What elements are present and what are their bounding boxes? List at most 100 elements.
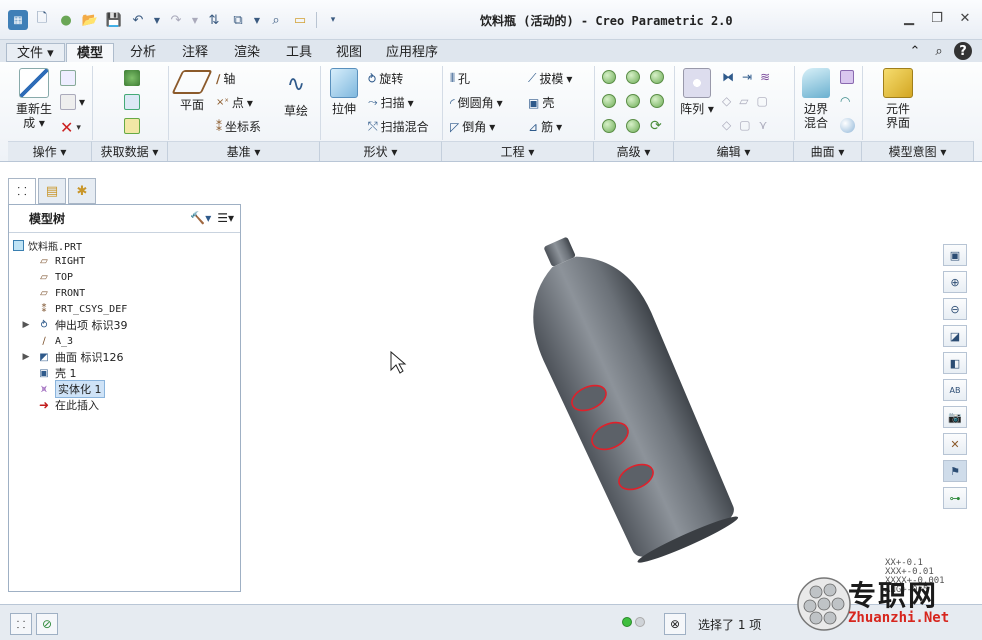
customize-qat-icon[interactable]: ▾ xyxy=(323,10,343,30)
advanced-feature-icon[interactable] xyxy=(650,70,664,84)
tree-node-csys[interactable]: ⁑ PRT_CSYS_DEF xyxy=(9,301,240,317)
zoom-out-icon[interactable]: ⊖ xyxy=(943,298,967,320)
tree-node-shell[interactable]: ▣ 壳 1 xyxy=(9,365,240,381)
plane-button[interactable]: 平面 xyxy=(171,70,213,112)
datum-display-icon[interactable]: ✕ xyxy=(943,433,967,455)
search-icon[interactable]: ⌕ xyxy=(930,42,948,60)
offset-icon[interactable]: ▱ xyxy=(739,94,748,108)
sweep-button[interactable]: ⤳ 扫描 ▾ xyxy=(368,94,414,111)
graphics-window[interactable] xyxy=(241,162,942,602)
advanced-feature-icon[interactable] xyxy=(602,70,616,84)
undo-icon[interactable]: ↶ xyxy=(128,10,148,30)
windows-dropdown-icon[interactable]: ▼ xyxy=(252,10,262,30)
redo-dropdown-icon[interactable]: ▼ xyxy=(190,10,200,30)
draft-button[interactable]: ⟋ 拔模 ▾ xyxy=(528,70,572,87)
advanced-feature-icon[interactable] xyxy=(626,70,640,84)
find-icon[interactable]: ⌕ xyxy=(266,10,286,30)
tab-favorites[interactable]: ✱ xyxy=(68,178,96,204)
toroidal-bend-icon[interactable]: ⟳ xyxy=(650,118,662,134)
group-operations[interactable]: 操作 ▾ xyxy=(8,141,92,161)
tree-node-insert-here[interactable]: ➜ 在此插入 xyxy=(9,397,240,413)
style-button[interactable]: ◠ xyxy=(840,94,850,108)
toggle-browser-button[interactable]: ⊘ xyxy=(36,613,58,635)
shell-button[interactable]: ▣ 壳 xyxy=(528,94,554,111)
sketch-button[interactable]: ∿ 草绘 xyxy=(278,70,314,118)
extend-icon[interactable]: ⇥ xyxy=(742,70,752,84)
spin-center-icon[interactable]: ⊶ xyxy=(943,487,967,509)
tab-view[interactable]: 视图 xyxy=(326,43,372,62)
project-icon[interactable]: ≋ xyxy=(760,70,770,84)
expand-arrow-icon[interactable]: ▶ xyxy=(21,352,31,362)
fill-button[interactable] xyxy=(840,70,854,84)
advanced-feature-icon[interactable] xyxy=(602,94,616,108)
group-datum[interactable]: 基准 ▾ xyxy=(168,141,320,161)
group-engineering[interactable]: 工程 ▾ xyxy=(442,141,594,161)
advanced-feature-icon[interactable] xyxy=(626,119,640,133)
swept-blend-button[interactable]: ⤲ 扫描混合 xyxy=(368,118,429,135)
close-icon[interactable]: ✕ xyxy=(956,9,974,27)
point-button[interactable]: ×ˣ 点 ▾ xyxy=(216,94,253,111)
trim-icon[interactable]: ◇ xyxy=(722,118,731,132)
collapse-ribbon-icon[interactable]: ⌃ xyxy=(906,42,924,60)
tree-columns-icon[interactable]: ☰▾ xyxy=(217,211,234,225)
save-icon[interactable]: 💾 xyxy=(104,10,124,30)
paste-button[interactable]: ▾ xyxy=(60,94,85,110)
user-defined-feature-button[interactable] xyxy=(124,70,140,86)
tree-node-protrusion[interactable]: ▶ ⥁ 伸出项 标识39 xyxy=(9,317,240,333)
tab-file[interactable]: 文件 ▾ xyxy=(6,43,65,62)
mirror-icon[interactable]: ⧓ xyxy=(722,70,734,84)
csys-button[interactable]: ⁑ 坐标系 xyxy=(216,118,261,135)
copy-geometry-button[interactable] xyxy=(124,94,140,110)
copy-button[interactable] xyxy=(60,70,76,86)
delete-button[interactable]: ✕ ▾ xyxy=(60,118,81,137)
tab-render[interactable]: 渲染 xyxy=(224,43,270,62)
repaint-icon[interactable]: ◪ xyxy=(943,325,967,347)
component-interface-button[interactable]: 元件 界面 xyxy=(878,68,918,130)
advanced-feature-icon[interactable] xyxy=(602,119,616,133)
find-button[interactable]: ⊗ xyxy=(664,613,686,635)
pattern-button[interactable]: 阵列 ▾ xyxy=(680,68,714,116)
tree-node-surface[interactable]: ▶ ◩ 曲面 标识126 xyxy=(9,349,240,365)
refit-icon[interactable]: ▣ xyxy=(943,244,967,266)
axis-button[interactable]: ∕ 轴 xyxy=(216,70,235,87)
display-style-icon[interactable]: ◧ xyxy=(943,352,967,374)
group-shapes[interactable]: 形状 ▾ xyxy=(320,141,442,161)
undo-dropdown-icon[interactable]: ▼ xyxy=(152,10,162,30)
shrinkwrap-button[interactable] xyxy=(124,118,140,134)
tab-annotate[interactable]: 注释 xyxy=(172,43,218,62)
tab-tools[interactable]: 工具 xyxy=(276,43,322,62)
revolve-button[interactable]: ⥁ 旋转 xyxy=(368,70,403,87)
view-manager-icon[interactable]: 📷 xyxy=(943,406,967,428)
thicken-icon[interactable]: ▢ xyxy=(756,94,767,108)
tree-node-part[interactable]: 饮料瓶.PRT xyxy=(9,237,240,253)
tree-node-axis[interactable]: ∕ A_3 xyxy=(9,333,240,349)
tab-folder-browser[interactable]: ▤ xyxy=(38,178,66,204)
regenerate-button[interactable]: 重新生 成 ▾ xyxy=(12,68,56,130)
group-advanced[interactable]: 高级 ▾ xyxy=(594,141,674,161)
group-editing[interactable]: 编辑 ▾ xyxy=(674,141,794,161)
rib-button[interactable]: ⊿ 筋 ▾ xyxy=(528,118,562,135)
tree-node-top[interactable]: ▱ TOP xyxy=(9,269,240,285)
tree-node-right[interactable]: ▱ RIGHT xyxy=(9,253,240,269)
group-model-intent[interactable]: 模型意图 ▾ xyxy=(862,141,974,161)
chamfer-button[interactable]: ◸ 倒角 ▾ xyxy=(450,118,495,135)
close-window-icon[interactable]: ▭ xyxy=(290,10,310,30)
hole-button[interactable]: ⫴ 孔 xyxy=(450,70,470,87)
merge-icon[interactable]: ◇ xyxy=(722,94,731,108)
bottle-model[interactable] xyxy=(241,162,942,602)
boundary-blend-button[interactable]: 边界 混合 xyxy=(800,68,832,130)
regenerate-qat-icon[interactable]: ⇅ xyxy=(204,10,224,30)
tab-model[interactable]: 模型 xyxy=(66,43,115,62)
wrap-icon[interactable]: ⋎ xyxy=(759,118,768,132)
tree-settings-icon[interactable]: 🔨▾ xyxy=(190,211,211,225)
group-get-data[interactable]: 获取数据 ▾ xyxy=(92,141,168,161)
tab-applications[interactable]: 应用程序 xyxy=(376,43,448,62)
intersect-icon[interactable]: ▢ xyxy=(739,118,750,132)
advanced-feature-icon[interactable] xyxy=(650,94,664,108)
redo-icon[interactable]: ↷ xyxy=(166,10,186,30)
tree-node-front[interactable]: ▱ FRONT xyxy=(9,285,240,301)
toggle-navigator-button[interactable]: ⸬ xyxy=(10,613,32,635)
help-icon[interactable]: ? xyxy=(954,42,972,60)
advanced-feature-icon[interactable] xyxy=(626,94,640,108)
session-icon[interactable]: ● xyxy=(56,10,76,30)
